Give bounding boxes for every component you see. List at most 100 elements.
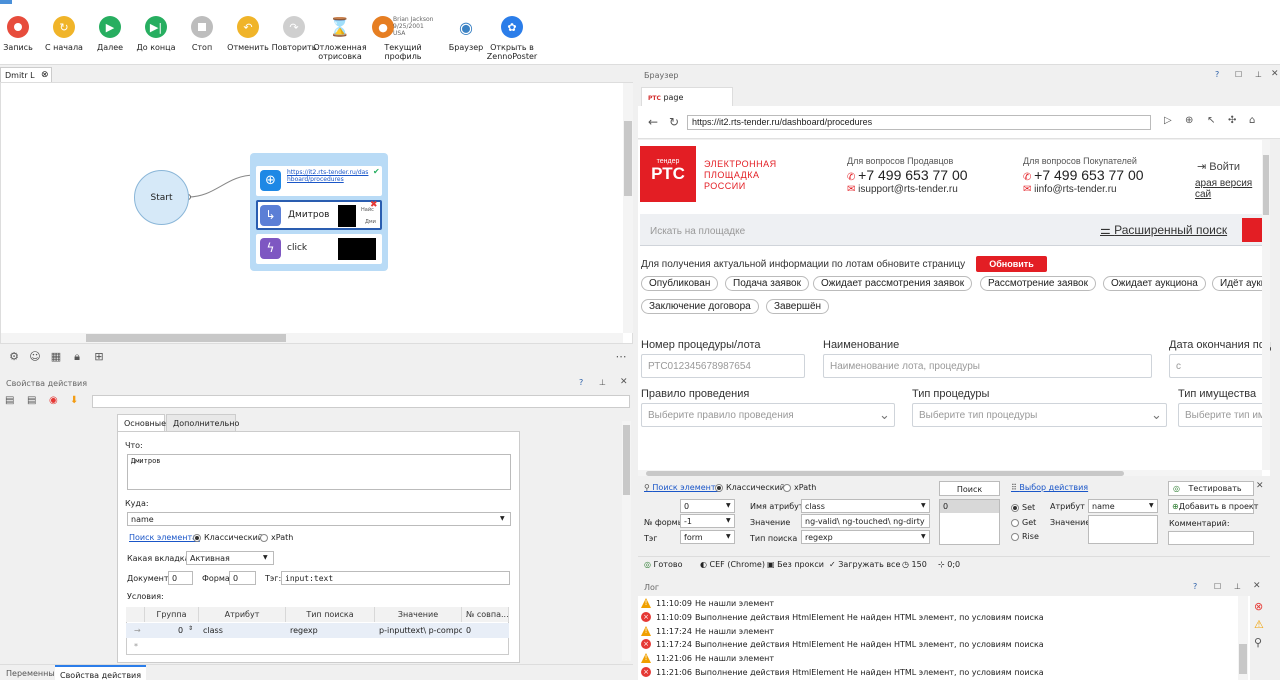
cursor-icon[interactable]: ↖ (1207, 115, 1215, 126)
scrollbar-thumb[interactable] (624, 121, 632, 196)
sellers-phone[interactable]: ✆ +7 499 653 77 00 (847, 167, 968, 183)
deferred-render-button[interactable]: ⌛ Отложенная отрисовка (312, 14, 368, 61)
current-profile-button[interactable]: ● Brian Jackson 9/25/2001 USA Текущий пр… (368, 14, 438, 61)
add-circle-icon[interactable]: ⊕ (1185, 115, 1193, 126)
status-timer[interactable]: ◷ 150 (902, 560, 927, 569)
classic-radio[interactable]: Классический (715, 483, 785, 492)
navigate-action-node[interactable]: ⊕ https://it2.rts-tender.ru/dashboard/pr… (256, 166, 382, 196)
attribute-select[interactable]: name ▼ (1088, 499, 1158, 513)
search-result-item[interactable]: 0 (940, 500, 999, 513)
page-vertical-scrollbar[interactable] (1262, 140, 1270, 470)
help-icon[interactable]: ? (1215, 70, 1219, 79)
scrollbar-thumb[interactable] (1263, 155, 1269, 215)
stepper-icon[interactable]: ⇕ (184, 623, 197, 637)
action-group[interactable]: ⊕ https://it2.rts-tender.ru/dashboard/pr… (250, 153, 388, 271)
document-select[interactable]: 0 ▼ (680, 499, 735, 513)
back-arrow-icon[interactable]: ← (648, 115, 658, 129)
log-entry[interactable]: ! 11:21:06 Не нашли элемент (638, 651, 1238, 665)
status-chip[interactable]: Опубликован (641, 276, 719, 291)
maximize-icon[interactable]: ☐ (1214, 582, 1221, 591)
maximize-icon[interactable]: ☐ (1235, 70, 1242, 79)
play-icon[interactable]: ▷ (1164, 115, 1172, 126)
search-results-list[interactable]: 0 (939, 499, 1000, 545)
tag-select[interactable]: form ▼ (680, 530, 735, 544)
log-entry[interactable]: × 11:17:24 Выполнение действия HtmlElement… (638, 637, 1238, 651)
xpath-radio[interactable]: xPath (260, 533, 293, 542)
status-chip[interactable]: Ожидает рассмотрения заявок (813, 276, 973, 291)
status-chip[interactable]: Заключение договора (641, 299, 759, 314)
login-link[interactable]: ⇥ Войти (1197, 160, 1240, 173)
rule-select[interactable]: Выберите правило проведения ⌄ (641, 403, 895, 427)
close-icon[interactable]: ✕ (620, 377, 628, 387)
sellers-email[interactable]: ✉ isupport@rts-tender.ru (847, 184, 958, 195)
which-tab-select[interactable]: Активная ▼ (186, 551, 274, 565)
more-icon[interactable]: ⋯ (615, 351, 627, 363)
action-value-input[interactable] (1088, 515, 1158, 544)
canvas-vertical-scrollbar[interactable] (623, 83, 633, 333)
search-type-select[interactable]: regexp ▼ (801, 530, 930, 544)
open-in-zennoposter-button[interactable]: ✿ Открыть в ZennoPoster (484, 14, 540, 61)
action-select-link[interactable]: ⠿ Выбор действия (1011, 483, 1088, 492)
tag-input[interactable]: input:text (281, 571, 510, 585)
log-entry[interactable]: ! 11:10:09 Не нашли элемент (638, 596, 1238, 610)
log-entry[interactable]: ! 11:17:24 Не нашли элемент (638, 624, 1238, 638)
cell-match-number[interactable]: 0 (462, 624, 475, 638)
address-bar[interactable]: https://it2.rts-tender.ru/dashboard/proc… (687, 115, 1151, 130)
property-type-select[interactable]: Выберите тип им (1178, 403, 1270, 427)
what-textarea[interactable]: Дмитров (127, 454, 511, 490)
search-button[interactable]: Поиск (939, 481, 1000, 496)
start-node[interactable]: Start (134, 170, 189, 225)
pin-filter-icon[interactable]: ⚲ (1254, 636, 1262, 649)
table-new-row[interactable]: * (126, 639, 509, 654)
download-arrow-icon[interactable]: ⬇ (70, 395, 78, 406)
reload-icon[interactable]: ↻ (669, 115, 679, 129)
log-scrollbar[interactable] (1238, 596, 1248, 680)
close-icon[interactable]: ✕ (1256, 481, 1264, 491)
site-search-bar[interactable]: Искать на площадке ⚌ Расширенный поиск (640, 214, 1268, 246)
close-icon[interactable]: ✕ (1253, 581, 1261, 591)
buyers-phone[interactable]: ✆ +7 499 653 77 00 (1023, 167, 1144, 183)
attr-name-select[interactable]: class ▼ (801, 499, 930, 513)
scrollbar-thumb[interactable] (646, 471, 1124, 476)
comment-input[interactable] (1168, 531, 1254, 545)
home-icon[interactable]: ⌂ (1249, 115, 1255, 126)
puzzle-icon[interactable]: ✣ (1228, 115, 1236, 126)
rise-radio[interactable]: Rise (1011, 532, 1039, 541)
set-value-action-node[interactable]: ↳ Дмитров Найс Дми ✖ (256, 200, 382, 230)
form-input[interactable]: 0 (229, 571, 256, 585)
browser-tab[interactable]: РТС page (641, 87, 733, 106)
where-select[interactable]: name ▼ (127, 512, 511, 526)
name-input[interactable]: Наименование лота, процедуры (823, 354, 1152, 378)
type-select[interactable]: Выберите тип процедуры ⌄ (912, 403, 1167, 427)
refresh-button[interactable]: Обновить (976, 256, 1047, 272)
search-element-link[interactable]: ⚲ Поиск элемента (644, 483, 720, 492)
status-chip[interactable]: Рассмотрение заявок (980, 276, 1096, 291)
status-engine[interactable]: ◐ CEF (Chrome) (700, 560, 765, 569)
user-icon[interactable]: ☺ (29, 351, 41, 363)
cell-value[interactable]: p-inputtext\ p-compon... (375, 624, 462, 638)
form-number-select[interactable]: -1 ▼ (680, 514, 735, 528)
scrollbar-thumb[interactable] (623, 425, 630, 495)
add-block-icon[interactable]: ⊞ (93, 351, 105, 363)
page-horizontal-scrollbar[interactable] (638, 470, 1262, 476)
search-element-link[interactable]: Поиск элемента: (129, 533, 200, 542)
status-proxy[interactable]: ▣ Без прокси (767, 560, 824, 569)
value-input[interactable]: ng-valid\ ng-touched\ ng-dirty (801, 514, 930, 528)
close-tab-icon[interactable]: ⊗ (41, 70, 49, 80)
help-icon[interactable]: ? (579, 378, 583, 387)
classic-radio[interactable]: Классический (193, 533, 263, 542)
tab-basic[interactable]: Основные (117, 414, 166, 431)
status-chip[interactable]: Подача заявок (725, 276, 809, 291)
rts-logo[interactable]: тендер РТС (640, 146, 696, 202)
list-icon[interactable]: ▤ (5, 395, 14, 406)
settings-icon[interactable]: ⚙ (8, 351, 20, 363)
pin-icon[interactable]: ⊥ (599, 378, 606, 387)
grid-icon[interactable]: ▦ (50, 351, 62, 363)
cell-search-type[interactable]: regexp (286, 624, 322, 638)
close-icon[interactable]: ✕ (1271, 69, 1279, 79)
edit-list-icon[interactable]: ▤ (27, 395, 36, 406)
get-radio[interactable]: Get (1011, 518, 1036, 527)
document-input[interactable]: 0 (168, 571, 193, 585)
log-entry[interactable]: × 11:10:09 Выполнение действия HtmlElement… (638, 610, 1238, 624)
canvas-horizontal-scrollbar[interactable] (1, 333, 623, 343)
